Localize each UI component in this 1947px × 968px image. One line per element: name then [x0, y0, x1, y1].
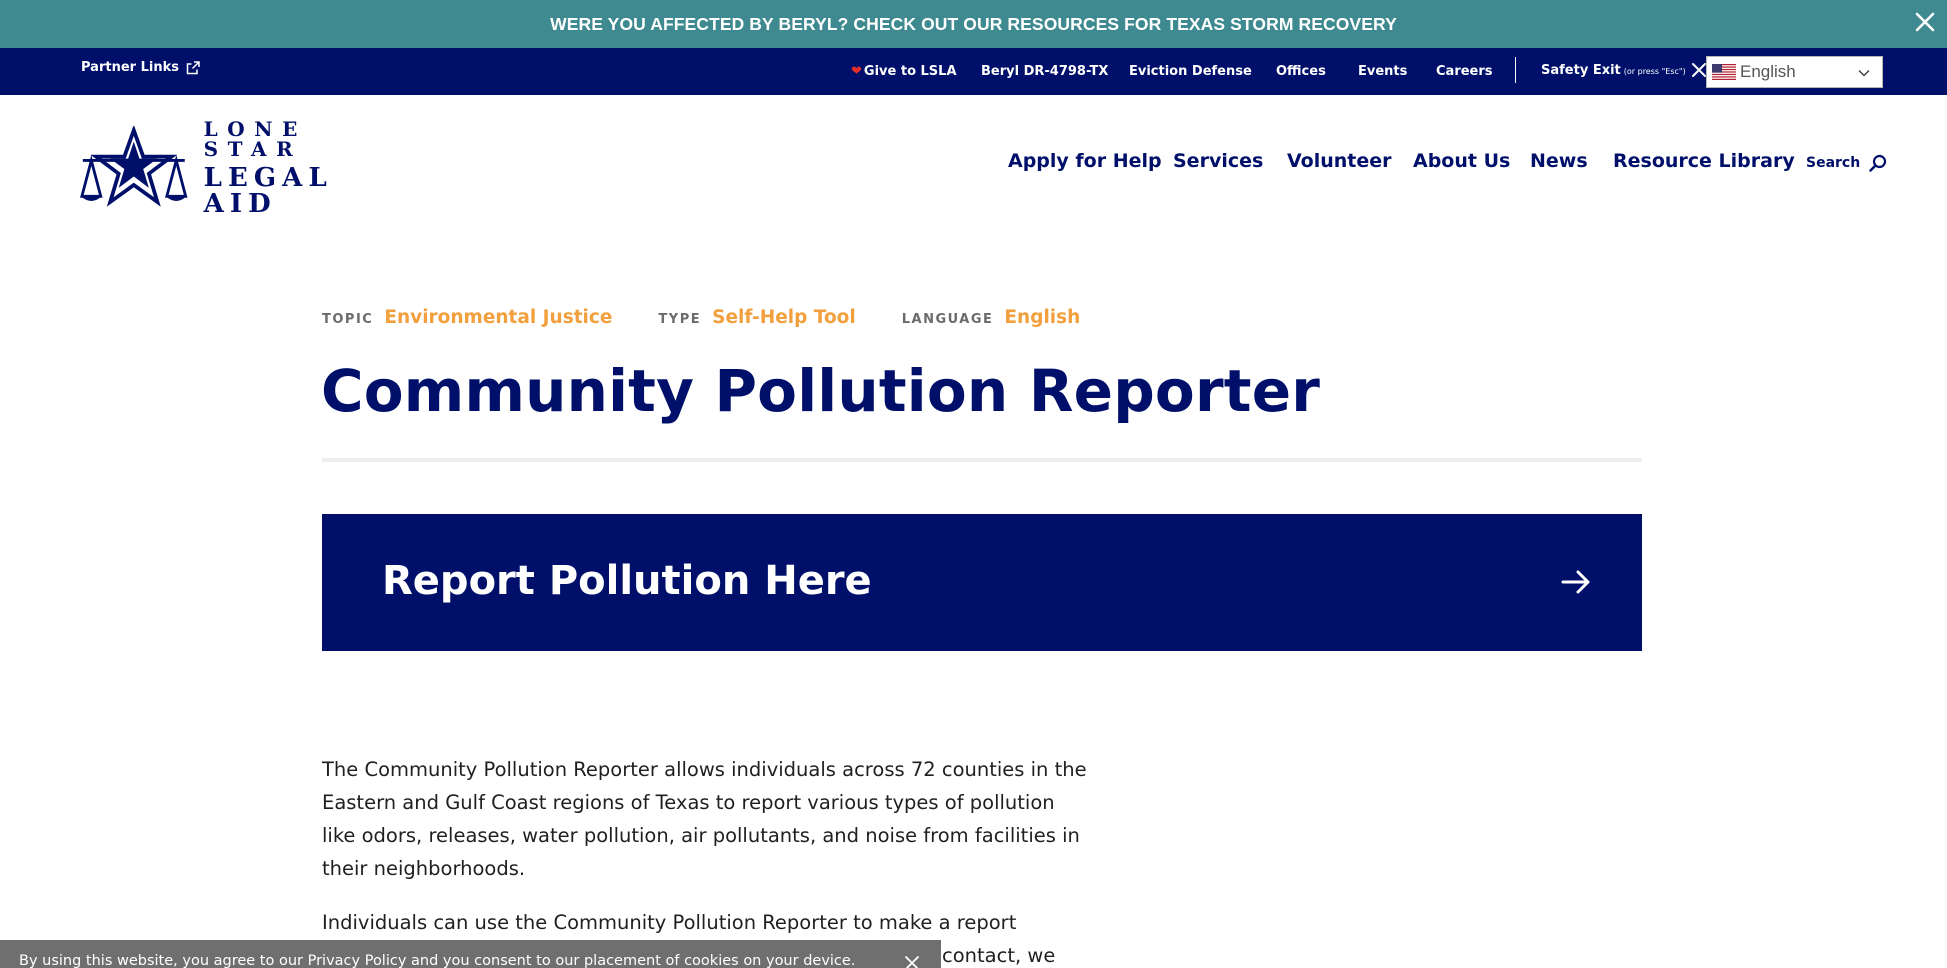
give-to-lsla-link[interactable]: ❤ Give to LSLA [851, 64, 957, 79]
careers-link[interactable]: Careers [1436, 64, 1493, 79]
article-paragraph: The Community Pollution Reporter allows … [322, 758, 1087, 880]
search-button[interactable]: Search [1806, 154, 1887, 172]
eviction-defense-link[interactable]: Eviction Defense [1129, 64, 1252, 79]
language-selected: English [1740, 62, 1796, 81]
alert-text[interactable]: WERE YOU AFFECTED BY BERYL? CHECK OUT OU… [550, 14, 1397, 35]
type-value-link[interactable]: Self-Help Tool [712, 307, 856, 328]
cookie-text: By using this website, you agree to our … [19, 953, 856, 968]
events-link[interactable]: Events [1358, 64, 1407, 79]
language-label: LANGUAGE [901, 312, 994, 327]
resource-meta: TOPIC Environmental Justice TYPE Self-He… [322, 307, 1126, 328]
safety-exit-hint: (or press "Esc") [1623, 67, 1686, 76]
language-value-link[interactable]: English [1004, 307, 1080, 328]
utility-bar: Partner Links ❤ Give to LSLA Beryl DR-479… [0, 48, 1947, 95]
cookie-close-icon[interactable] [903, 954, 921, 968]
us-flag-icon [1712, 64, 1736, 80]
cta-label: Report Pollution Here [382, 558, 872, 604]
safety-exit-button[interactable]: Safety Exit (or press "Esc") [1541, 63, 1686, 78]
topic-value-link[interactable]: Environmental Justice [384, 307, 612, 328]
utility-divider [1515, 57, 1516, 83]
title-divider [322, 458, 1642, 462]
nav-news[interactable]: News [1530, 150, 1588, 172]
nav-about-us[interactable]: About Us [1413, 150, 1510, 172]
search-icon [1869, 154, 1887, 172]
page-title: Community Pollution Reporter [321, 357, 1321, 425]
heart-icon: ❤ [851, 64, 862, 79]
topic-label: TOPIC [322, 312, 374, 327]
beryl-disaster-link[interactable]: Beryl DR-4798-TX [981, 64, 1108, 79]
nav-resource-library[interactable]: Resource Library [1613, 150, 1795, 172]
article-body: The Community Pollution Reporter allows … [322, 753, 1092, 968]
offices-link[interactable]: Offices [1276, 64, 1326, 79]
give-label: Give to LSLA [863, 64, 957, 79]
article-paragraph-text: Individuals can use the Community Pollut… [322, 911, 1017, 934]
language-select[interactable]: English [1706, 56, 1883, 88]
chevron-down-icon [1858, 69, 1870, 77]
nav-services[interactable]: Services [1173, 150, 1263, 172]
search-label: Search [1806, 155, 1861, 171]
arrow-right-icon [1561, 570, 1590, 594]
type-label: TYPE [658, 312, 702, 327]
report-pollution-button[interactable]: Report Pollution Here [322, 514, 1642, 651]
main-navigation: Apply for Help Services Volunteer About … [0, 150, 1947, 176]
nav-apply-for-help[interactable]: Apply for Help [1008, 150, 1162, 172]
nav-volunteer[interactable]: Volunteer [1287, 150, 1392, 172]
safety-exit-label: Safety Exit [1541, 63, 1621, 78]
cookie-consent-bar: By using this website, you agree to our … [0, 940, 941, 968]
article-paragraph-tail: contact, we [942, 944, 1056, 967]
close-icon[interactable] [1911, 8, 1939, 36]
storm-alert-banner[interactable]: WERE YOU AFFECTED BY BERYL? CHECK OUT OU… [0, 0, 1947, 48]
